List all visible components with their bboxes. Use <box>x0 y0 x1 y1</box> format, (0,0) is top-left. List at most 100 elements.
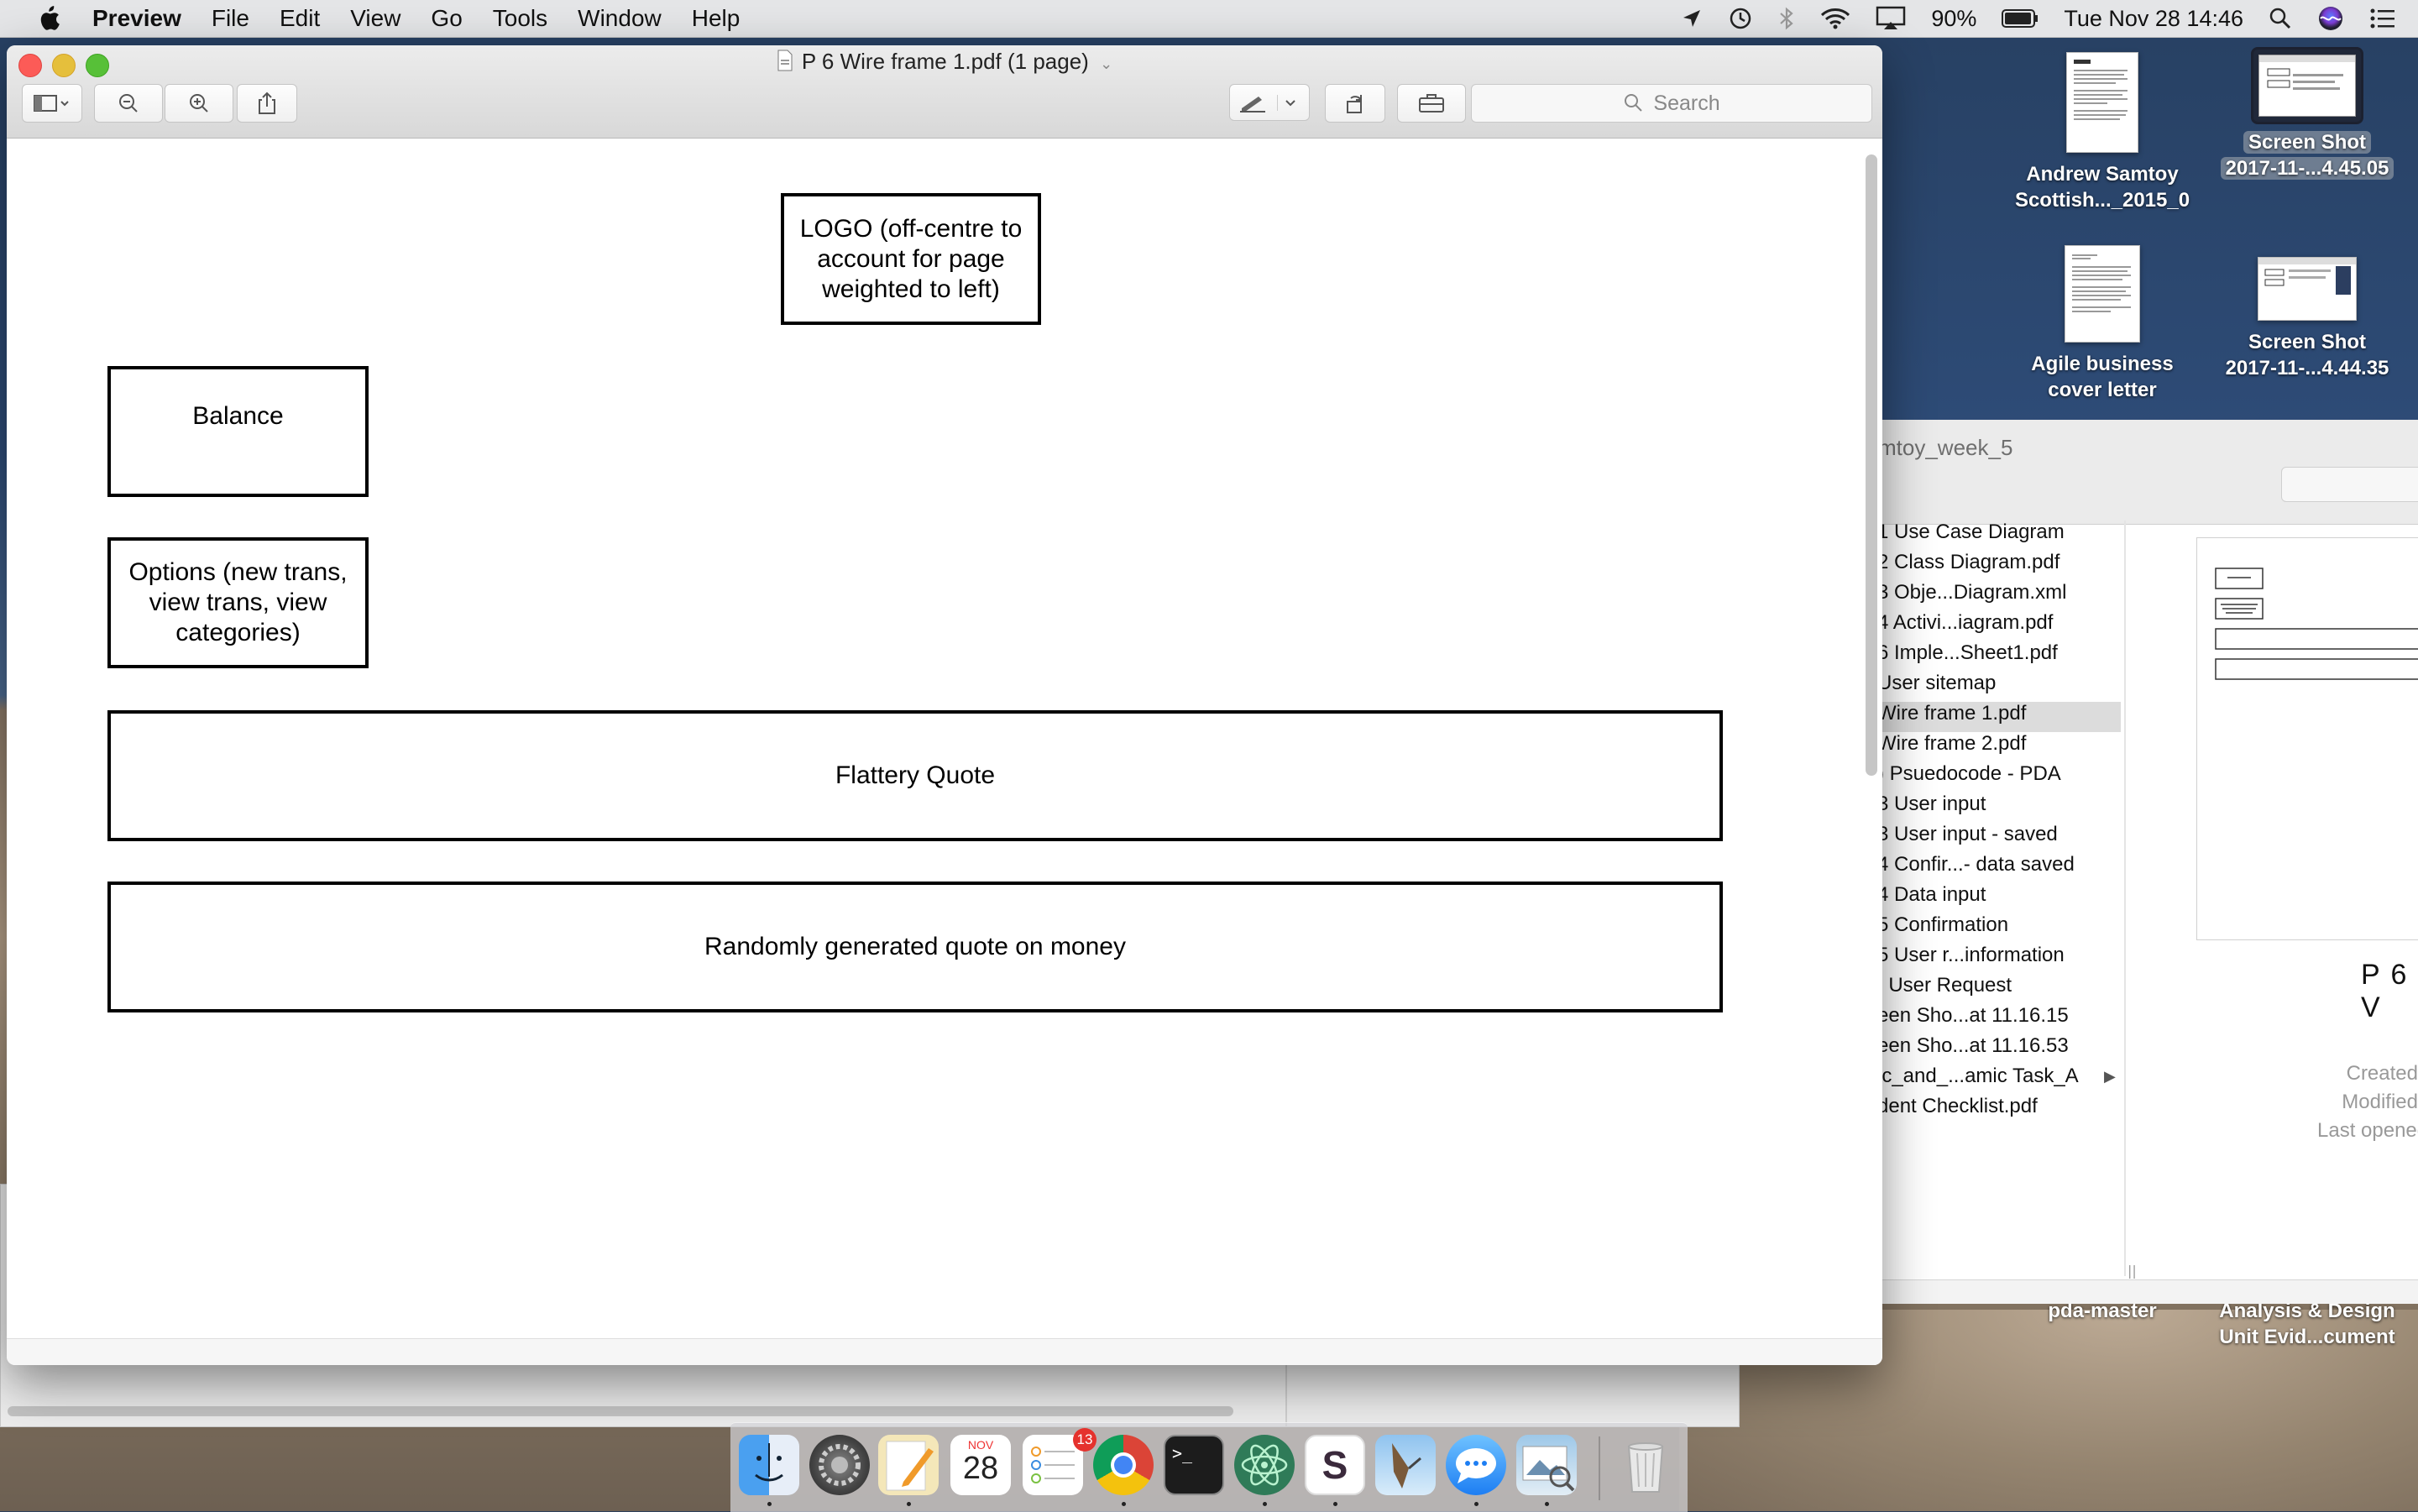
markup-pen-icon <box>1240 97 1265 112</box>
list-item[interactable]: 5 User r...information <box>1877 944 2121 974</box>
desktop-file-label: Screen Shot <box>2243 131 2372 154</box>
menu-edit[interactable]: Edit <box>280 5 320 32</box>
menu-view[interactable]: View <box>350 5 400 32</box>
sidebar-toggle-button[interactable] <box>22 84 82 123</box>
column-divider[interactable] <box>2124 521 2126 1276</box>
pdf-page: LOGO (off-centre to account for page wei… <box>17 139 1864 1365</box>
column-resize-handle-icon[interactable]: || <box>2128 1263 2137 1279</box>
spotlight-search-icon[interactable] <box>2269 7 2292 30</box>
notification-center-icon[interactable] <box>2369 8 2396 29</box>
siri-icon[interactable] <box>2317 5 2344 32</box>
system-preferences-dock-icon[interactable] <box>809 1435 870 1495</box>
list-item[interactable]: een Sho...at 11.16.53 <box>1877 1034 2121 1065</box>
finder-dock-icon[interactable] <box>739 1435 799 1495</box>
meta-last-opened-label: Last opened <box>2317 1119 2418 1142</box>
share-button[interactable] <box>237 84 297 123</box>
desktop-file-label: Scottish..._2015_0 <box>2014 189 2190 212</box>
list-item[interactable]: 5 Confirmation <box>1877 913 2121 944</box>
desktop-file-andrew-samtoy[interactable]: Andrew Samtoy Scottish..._2015_0 <box>1993 52 2211 213</box>
menu-app-name[interactable]: Preview <box>92 5 181 32</box>
list-item[interactable]: 3 Obje...Diagram.xml <box>1877 581 2121 611</box>
slack-letter-icon: S <box>1322 1443 1348 1487</box>
wireframe-balance-box: Balance <box>107 366 369 497</box>
preview-file-name: P 6 V <box>2361 959 2409 1023</box>
desktop-file-label: 2017-11-...4.44.35 <box>2225 357 2389 379</box>
menu-window[interactable]: Window <box>578 5 662 32</box>
menu-file[interactable]: File <box>212 5 249 32</box>
slack-dock-icon[interactable]: S <box>1305 1435 1365 1495</box>
preview-bottom-edge <box>7 1338 1882 1365</box>
list-item[interactable]: User sitemap <box>1877 672 2121 702</box>
desktop-file-label: Agile business <box>2031 353 2174 375</box>
list-item[interactable]: dent Checklist.pdf <box>1877 1095 2121 1125</box>
list-item[interactable]: 3 User input - saved <box>1877 823 2121 853</box>
preview-dock-icon[interactable] <box>1516 1435 1577 1495</box>
share-icon <box>259 92 275 114</box>
location-icon[interactable] <box>1681 8 1703 29</box>
desktop-file-screenshot-44435[interactable]: Screen Shot 2017-11-...4.44.35 <box>2198 257 2416 381</box>
pages-dock-icon[interactable] <box>878 1435 939 1495</box>
list-item[interactable]: 6 Imple...Sheet1.pdf <box>1877 641 2121 672</box>
zoom-out-button[interactable] <box>94 84 163 123</box>
battery-icon[interactable] <box>2002 8 2039 29</box>
list-item[interactable]: 2 Class Diagram.pdf <box>1877 551 2121 581</box>
menu-go[interactable]: Go <box>431 5 462 32</box>
desktop-file-label: Andrew Samtoy <box>2026 163 2179 186</box>
trash-dock-icon[interactable] <box>1615 1435 1676 1495</box>
document-thumbnail-icon <box>2065 245 2140 343</box>
list-item[interactable]: 4 Activi...iagram.pdf <box>1877 611 2121 641</box>
pdf-document-icon <box>777 50 793 77</box>
list-item[interactable]: 3 User input <box>1877 793 2121 823</box>
time-machine-icon[interactable] <box>1728 6 1753 31</box>
bluetooth-icon[interactable] <box>1778 6 1795 31</box>
finder-status-bar <box>1877 1279 2418 1304</box>
search-field[interactable]: Search <box>1471 84 1872 123</box>
calendar-dock-icon[interactable]: NOV 28 <box>950 1435 1011 1495</box>
finder-search-field[interactable] <box>2281 467 2418 502</box>
screenshot-thumbnail-icon <box>2258 257 2357 321</box>
zoom-in-button[interactable] <box>165 84 233 123</box>
desktop-file-screenshot-44505[interactable]: Screen Shot 2017-11-...4.45.05 <box>2198 47 2416 181</box>
preview-window: P 6 Wire frame 1.pdf (1 page) ⌄ Search L… <box>7 45 1882 1365</box>
list-item[interactable]: een Sho...at 11.16.15 <box>1877 1004 2121 1034</box>
menu-clock[interactable]: Tue Nov 28 14:46 <box>2064 6 2243 32</box>
atom-dock-icon[interactable] <box>1234 1435 1295 1495</box>
terminal-dock-icon[interactable]: >_ <box>1164 1435 1224 1495</box>
markup-button[interactable] <box>1229 84 1310 121</box>
finder-file-list: 1 Use Case Diagram 2 Class Diagram.pdf 3… <box>1877 521 2121 1276</box>
wifi-icon[interactable] <box>1820 7 1850 30</box>
list-item-selected[interactable]: Wire frame 1.pdf <box>1877 702 2121 732</box>
screenshot-thumbnail-icon <box>2251 47 2363 124</box>
airplay-icon[interactable] <box>1876 6 1906 31</box>
apple-menu-icon[interactable] <box>34 3 64 34</box>
chrome-dock-icon[interactable] <box>1093 1435 1154 1495</box>
title-chevron-down-icon[interactable]: ⌄ <box>1100 55 1112 72</box>
markup-chevron-down-icon[interactable] <box>1277 94 1296 111</box>
list-item[interactable]: 4 Data input <box>1877 883 2121 913</box>
rotate-button[interactable] <box>1325 84 1385 123</box>
running-indicator <box>1263 1502 1267 1506</box>
mail-dock-icon[interactable] <box>1375 1435 1436 1495</box>
zoom-in-icon <box>190 94 208 112</box>
list-item[interactable]: Wire frame 2.pdf <box>1877 732 2121 762</box>
menu-help[interactable]: Help <box>692 5 741 32</box>
markup-toolbar-button[interactable] <box>1397 84 1466 123</box>
list-item[interactable]: 1 Use Case Diagram <box>1877 521 2121 551</box>
menu-tools[interactable]: Tools <box>493 5 547 32</box>
window-title[interactable]: P 6 Wire frame 1.pdf (1 page) ⌄ <box>7 49 1882 77</box>
desktop-file-label: Unit Evid...cument <box>2219 1326 2395 1348</box>
desktop-file-agile-cover-letter[interactable]: Agile business cover letter <box>1993 245 2211 403</box>
messages-dock-icon[interactable] <box>1446 1435 1506 1495</box>
window-title-text: P 6 Wire frame 1.pdf (1 page) <box>801 49 1089 74</box>
list-item[interactable]: ; User Request <box>1877 974 2121 1004</box>
list-item[interactable]: 4 Confir...- data saved <box>1877 853 2121 883</box>
meta-created-label: Created <box>2346 1062 2418 1085</box>
disclosure-arrow-icon[interactable]: ▶ <box>2104 1068 2116 1086</box>
vertical-scrollbar[interactable] <box>1866 154 1877 776</box>
desktop-file-label: Screen Shot <box>2248 331 2367 353</box>
list-item[interactable]: ic_and_...amic Task_A <box>1877 1065 2104 1095</box>
desktop-file-analysis-design[interactable]: Analysis & Design Unit Evid...cument <box>2198 1298 2416 1350</box>
horizontal-scrollbar[interactable] <box>8 1406 1233 1416</box>
list-item[interactable]: ) Psuedocode - PDA <box>1877 762 2121 793</box>
dock-separator <box>1599 1436 1600 1500</box>
